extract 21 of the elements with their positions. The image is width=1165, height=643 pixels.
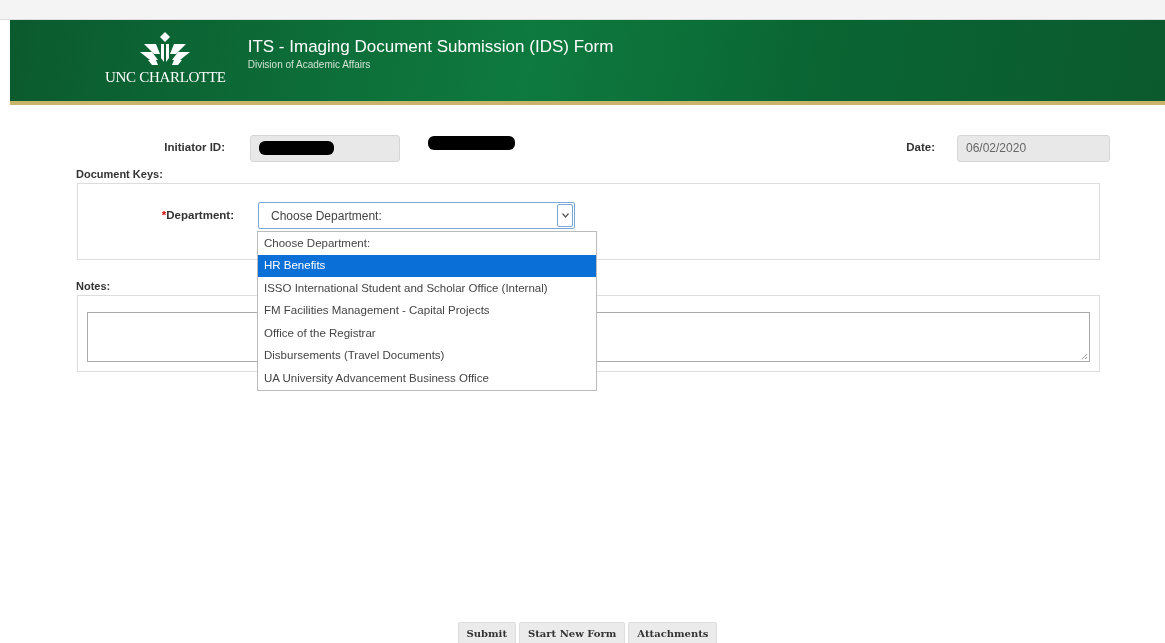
resize-grip-icon xyxy=(1081,353,1088,360)
form-button[interactable]: Start New Form xyxy=(519,622,626,643)
department-select[interactable]: Choose Department: xyxy=(258,202,575,229)
dropdown-option[interactable]: Choose Department: xyxy=(258,232,596,255)
chevron-down-icon xyxy=(561,213,569,218)
dropdown-option[interactable]: Disbursements (Travel Documents) xyxy=(258,344,596,367)
dropdown-option[interactable]: UA University Advancement Business Office xyxy=(258,367,596,390)
field-label: Initiator ID: xyxy=(163,140,225,156)
field-label: Date: xyxy=(906,140,935,156)
dropdown-option[interactable]: ISSO International Student and Scholar Office (Internal) xyxy=(258,277,596,300)
page-title: ITS - Imaging Document Submission (IDS) Form xyxy=(247,36,614,58)
dropdown-option[interactable]: HR Benefits xyxy=(258,254,596,277)
dropdown-option[interactable]: Office of the Registrar xyxy=(258,322,596,345)
date-field[interactable]: 06/02/2020 xyxy=(957,134,1110,162)
field-label: *Department: xyxy=(160,207,234,223)
form-button[interactable]: Submit xyxy=(457,622,516,643)
dropdown-option[interactable]: FM Facilities Management - Capital Projects xyxy=(258,299,596,322)
logo-text: UNC CHARLOTTE xyxy=(105,68,226,88)
page-subtitle: Division of Academic Affairs xyxy=(247,58,372,73)
initiator-id-field[interactable] xyxy=(250,134,400,162)
form-button[interactable]: Attachments xyxy=(628,622,718,643)
